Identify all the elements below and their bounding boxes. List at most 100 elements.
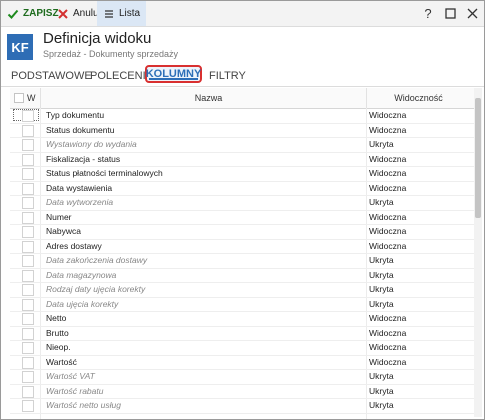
table-row[interactable]: Wartość Widoczna	[10, 355, 475, 370]
row-checkbox-cell[interactable]	[13, 356, 39, 369]
column-visibility[interactable]: Ukryta	[369, 384, 394, 399]
row-checkbox[interactable]	[22, 197, 34, 209]
tab-kolumny[interactable]: KOLUMNY	[145, 65, 202, 83]
help-button[interactable]: ?	[416, 1, 440, 26]
row-checkbox-cell[interactable]	[13, 385, 39, 398]
list-button[interactable]: Lista	[97, 1, 147, 26]
column-visibility[interactable]: Ukryta	[369, 398, 394, 413]
row-checkbox-cell[interactable]	[13, 182, 39, 195]
column-visibility[interactable]: Ukryta	[369, 282, 394, 297]
row-checkbox[interactable]	[22, 110, 34, 122]
row-checkbox-cell[interactable]	[13, 283, 39, 296]
table-row[interactable]: Wystawiony do wydania Ukryta	[10, 137, 475, 153]
table-row[interactable]: Nabywca Widoczna	[10, 224, 475, 240]
row-checkbox-cell[interactable]	[13, 240, 39, 253]
column-visibility[interactable]: Ukryta	[369, 137, 394, 152]
row-checkbox-cell[interactable]	[13, 312, 39, 325]
row-checkbox[interactable]	[22, 371, 34, 383]
column-visibility[interactable]: Widoczna	[369, 108, 406, 123]
row-checkbox[interactable]	[22, 168, 34, 180]
table-row[interactable]: Numer Widoczna	[10, 210, 475, 225]
row-checkbox[interactable]	[22, 327, 34, 340]
table-row[interactable]: Data magazynowa Ukryta	[10, 268, 475, 283]
table-row[interactable]: Data zakończenia dostawy Ukryta	[10, 253, 475, 269]
table-row[interactable]: Rodzaj daty ujęcia korekty Ukryta	[10, 282, 475, 298]
cancel-button[interactable]: Anuluj	[57, 1, 101, 26]
column-visibility[interactable]: Ukryta	[369, 253, 394, 268]
table-row[interactable]: Typ dokumentu Widoczna	[10, 108, 475, 124]
column-visibility[interactable]: Widoczna	[369, 152, 406, 167]
tab-polecenia[interactable]: POLECENIA	[90, 67, 153, 85]
select-all-checkbox[interactable]	[13, 88, 25, 108]
table-row[interactable]: Data wystawienia Widoczna	[10, 181, 475, 196]
header-name[interactable]: Nazwa	[40, 88, 376, 108]
column-visibility[interactable]: Widoczna	[369, 224, 406, 239]
row-checkbox-cell[interactable]	[13, 327, 39, 340]
column-visibility[interactable]: Widoczna	[369, 311, 406, 326]
header-visibility[interactable]: Widoczność	[366, 88, 470, 108]
row-checkbox[interactable]	[22, 240, 34, 253]
vertical-scrollbar[interactable]	[474, 88, 482, 417]
row-checkbox-cell[interactable]	[13, 124, 39, 137]
table-row[interactable]: Wartość netto usług Ukryta	[10, 398, 475, 414]
row-checkbox-cell[interactable]	[13, 269, 39, 282]
table-row[interactable]: Brutto Widoczna	[10, 326, 475, 341]
column-visibility[interactable]: Widoczna	[369, 355, 406, 370]
tab-podstawowe[interactable]: PODSTAWOWE	[11, 67, 92, 85]
table-row[interactable]: Status dokumentu Widoczna	[10, 123, 475, 138]
column-visibility[interactable]: Widoczna	[369, 123, 406, 138]
table-row[interactable]: Data wytworzenia Ukryta	[10, 195, 475, 211]
table-row[interactable]: Adres dostawy Widoczna	[10, 239, 475, 254]
close-window-button[interactable]	[460, 1, 484, 26]
row-checkbox-cell[interactable]	[13, 138, 39, 151]
row-checkbox-cell[interactable]	[13, 254, 39, 267]
header-w[interactable]: W	[27, 88, 39, 108]
column-visibility[interactable]: Widoczna	[369, 210, 406, 225]
row-checkbox-cell[interactable]	[13, 167, 39, 180]
table-row[interactable]: Wartość rabatu Ukryta	[10, 384, 475, 399]
column-visibility[interactable]: Widoczna	[369, 340, 406, 355]
save-button[interactable]: ZAPISZ	[7, 1, 59, 26]
row-checkbox[interactable]	[22, 182, 34, 195]
column-visibility[interactable]: Ukryta	[369, 297, 394, 312]
table-row[interactable]: Wartość VAT Ukryta	[10, 369, 475, 385]
table-row[interactable]: Fiskalizacja - status Widoczna	[10, 152, 475, 167]
table-row[interactable]: Netto Widoczna	[10, 311, 475, 327]
row-checkbox-cell[interactable]	[13, 196, 39, 209]
row-checkbox-cell[interactable]	[13, 109, 39, 122]
row-checkbox[interactable]	[22, 313, 34, 325]
table-row[interactable]: Nieop. Widoczna	[10, 340, 475, 356]
row-checkbox-cell[interactable]	[13, 298, 39, 311]
column-visibility[interactable]: Widoczna	[369, 326, 406, 341]
row-checkbox[interactable]	[22, 269, 34, 282]
row-checkbox-cell[interactable]	[13, 341, 39, 354]
row-checkbox[interactable]	[22, 153, 34, 166]
column-visibility[interactable]: Widoczna	[369, 239, 406, 254]
row-checkbox-cell[interactable]	[13, 225, 39, 238]
row-checkbox[interactable]	[22, 284, 34, 296]
row-checkbox[interactable]	[22, 385, 34, 398]
row-checkbox[interactable]	[22, 298, 34, 311]
row-checkbox-cell[interactable]	[13, 399, 39, 412]
row-checkbox[interactable]	[22, 356, 34, 369]
row-checkbox-cell[interactable]	[13, 153, 39, 166]
column-visibility[interactable]: Widoczna	[369, 181, 406, 196]
column-visibility[interactable]: Ukryta	[369, 195, 394, 210]
column-visibility[interactable]: Widoczna	[369, 166, 406, 181]
row-checkbox[interactable]	[22, 400, 34, 412]
row-checkbox[interactable]	[22, 139, 34, 151]
row-checkbox-cell[interactable]	[13, 370, 39, 383]
row-checkbox[interactable]	[22, 211, 34, 224]
scrollbar-thumb[interactable]	[475, 98, 481, 218]
table-row[interactable]: Status płatności terminalowych Widoczna	[10, 166, 475, 182]
table-row[interactable]: Data ujęcia korekty Ukryta	[10, 297, 475, 312]
tab-filtry[interactable]: FILTRY	[209, 67, 246, 85]
maximize-button[interactable]	[438, 1, 462, 26]
column-visibility[interactable]: Ukryta	[369, 268, 394, 283]
row-checkbox[interactable]	[22, 226, 34, 238]
row-checkbox[interactable]	[22, 255, 34, 267]
row-checkbox-cell[interactable]	[13, 211, 39, 224]
row-checkbox[interactable]	[22, 342, 34, 354]
row-checkbox[interactable]	[22, 124, 34, 137]
column-visibility[interactable]: Ukryta	[369, 369, 394, 384]
